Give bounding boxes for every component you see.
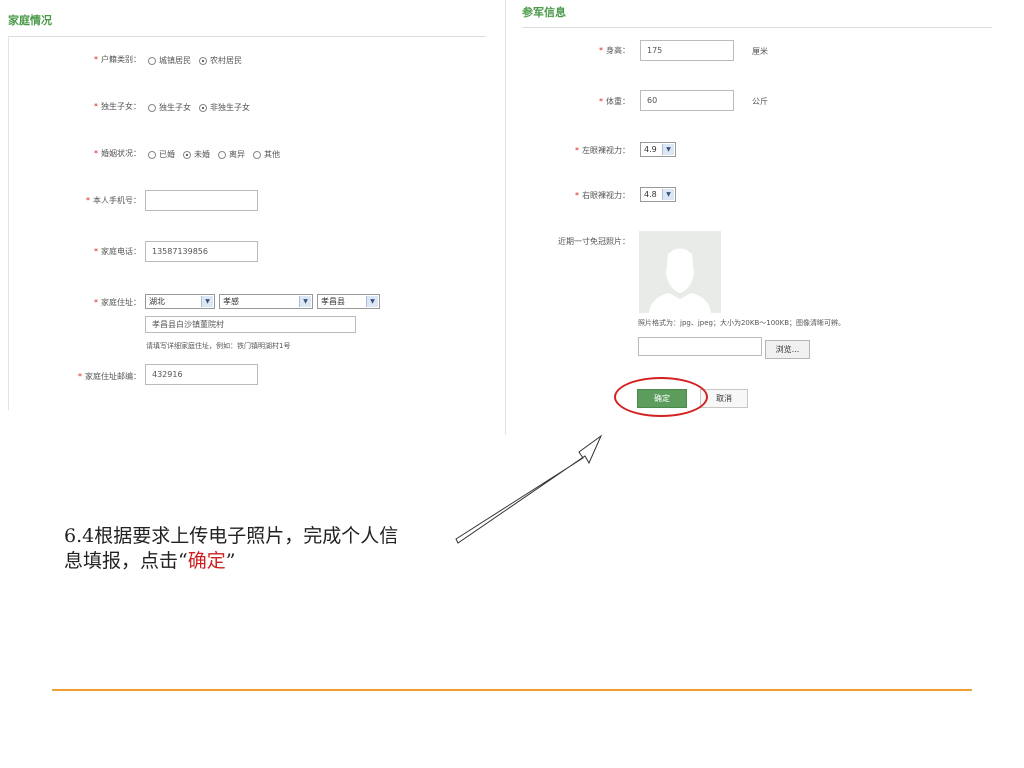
hunyin-option-divorced[interactable]: 离异 — [218, 149, 245, 160]
county-select[interactable]: 孝昌县 ▼ — [317, 294, 380, 309]
photo-placeholder — [639, 231, 721, 313]
height-unit: 厘米 — [752, 47, 768, 56]
hunyin-option-unmarried[interactable]: 未婚 — [183, 149, 210, 160]
huji-label: * 户籍类别： — [94, 55, 141, 64]
family-section-title: 家庭情况 — [8, 14, 52, 27]
hunyin-option-married[interactable]: 已婚 — [148, 149, 175, 160]
province-select[interactable]: 湖北 ▼ — [145, 294, 215, 309]
military-section-title: 参军信息 — [522, 6, 566, 19]
left-eye-label: * 左眼裸视力： — [575, 146, 630, 155]
huji-option-rural[interactable]: 农村居民 — [199, 55, 242, 66]
dusheng-option-only-child[interactable]: 独生子女 — [148, 102, 191, 113]
photo-label: 近期一寸免冠照片： — [558, 237, 630, 246]
avatar-silhouette-icon — [649, 248, 711, 313]
huji-option-urban[interactable]: 城镇居民 — [148, 55, 191, 66]
dusheng-radio-group: 独生子女 非独生子女 — [148, 102, 258, 113]
zipcode-label: * 家庭住址邮编： — [78, 372, 141, 381]
photo-format-hint: 照片格式为：jpg、jpeg；大小为20KB～100KB；图像清晰可辨。 — [638, 319, 846, 327]
phone-input[interactable]: 13587139856 — [145, 241, 258, 262]
height-label: * 身高： — [599, 46, 630, 55]
chevron-down-icon[interactable]: ▼ — [662, 144, 674, 155]
instruction-caption: 6.4根据要求上传电子照片，完成个人信息填报，点击“确定” — [64, 525, 399, 572]
chevron-down-icon[interactable]: ▼ — [299, 296, 311, 307]
address-hint: 请填写详细家庭住址，例如：铁门镇明湖村1号 — [146, 342, 291, 350]
hunyin-label: * 婚姻状况： — [94, 149, 141, 158]
huji-radio-group: 城镇居民 农村居民 — [148, 55, 250, 66]
left-eye-select[interactable]: 4.9 ▼ — [640, 142, 676, 157]
left-panel-border — [8, 36, 9, 410]
radio-checked-icon[interactable] — [199, 103, 207, 112]
radio-icon[interactable] — [148, 103, 156, 112]
center-divider — [505, 0, 506, 435]
hunyin-option-other[interactable]: 其他 — [253, 149, 280, 160]
right-eye-label: * 右眼裸视力： — [575, 191, 630, 200]
chevron-down-icon[interactable]: ▼ — [662, 189, 674, 200]
address-detail-input[interactable]: 孝昌县白沙镇董院村 — [145, 316, 356, 333]
height-input[interactable]: 175 — [640, 40, 734, 61]
browse-button[interactable]: 浏览... — [765, 340, 810, 359]
phone-label: * 家庭电话： — [94, 247, 141, 256]
radio-checked-icon[interactable] — [183, 150, 191, 159]
chevron-down-icon[interactable]: ▼ — [201, 296, 213, 307]
radio-checked-icon[interactable] — [199, 56, 207, 65]
dusheng-label: * 独生子女： — [94, 102, 141, 111]
military-title-divider — [522, 27, 992, 28]
zipcode-input[interactable]: 432916 — [145, 364, 258, 385]
mobile-label: * 本人手机号： — [86, 196, 141, 205]
family-title-divider — [8, 36, 486, 37]
confirm-highlight-circle — [614, 377, 708, 417]
weight-unit: 公斤 — [752, 97, 768, 106]
weight-label: * 体重： — [599, 97, 630, 106]
photo-file-input[interactable] — [638, 337, 762, 356]
radio-icon[interactable] — [148, 56, 156, 65]
radio-icon[interactable] — [253, 150, 261, 159]
city-select[interactable]: 孝感 ▼ — [219, 294, 313, 309]
mobile-input[interactable] — [145, 190, 258, 211]
dusheng-option-not-only-child[interactable]: 非独生子女 — [199, 102, 250, 113]
weight-input[interactable]: 60 — [640, 90, 734, 111]
hunyin-radio-group: 已婚 未婚 离异 其他 — [148, 149, 288, 160]
radio-icon[interactable] — [218, 150, 226, 159]
right-eye-select[interactable]: 4.8 ▼ — [640, 187, 676, 202]
chevron-down-icon[interactable]: ▼ — [366, 296, 378, 307]
radio-icon[interactable] — [148, 150, 156, 159]
address-label: * 家庭住址： — [94, 298, 141, 307]
footer-rule — [52, 689, 972, 691]
